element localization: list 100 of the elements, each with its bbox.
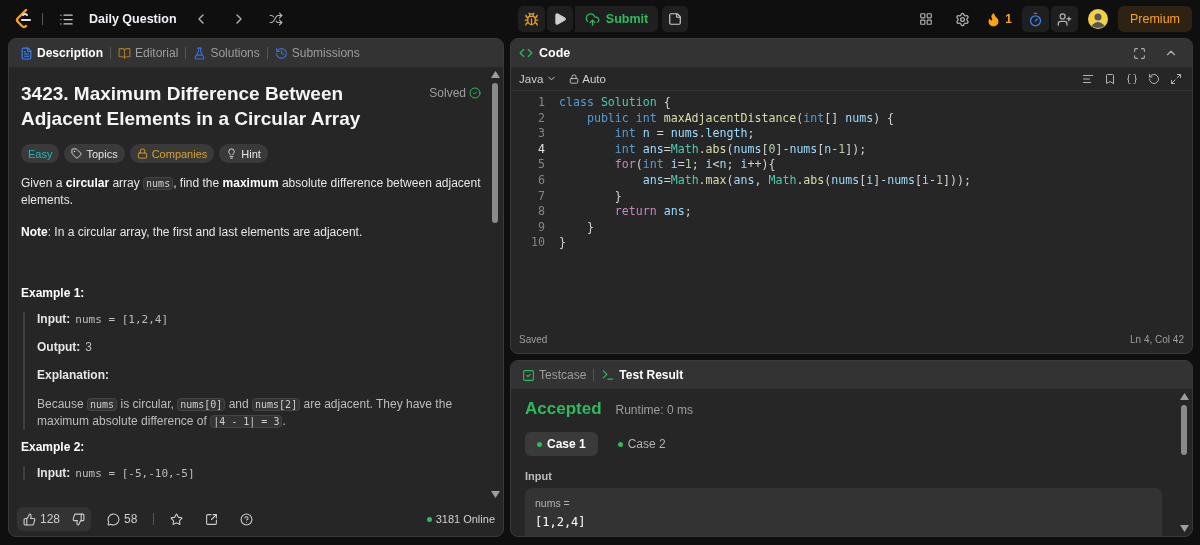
lightbulb-icon [226, 148, 238, 159]
thumbs-down-icon [72, 512, 86, 526]
book-icon [118, 46, 131, 60]
scrollbar[interactable] [490, 71, 500, 498]
bookmark-icon [1104, 72, 1116, 85]
line-number: 3 [537, 126, 546, 142]
auto-mode-button[interactable]: Auto [569, 72, 606, 85]
comment-icon [107, 512, 121, 526]
scroll-down-arrow-icon[interactable] [490, 491, 500, 498]
avatar[interactable] [1088, 9, 1108, 29]
panel-tab[interactable]: Test Result [598, 364, 687, 386]
play-icon [552, 12, 567, 26]
panel-title: Code [539, 46, 571, 60]
logo[interactable] [14, 9, 32, 29]
scrollbar[interactable] [1179, 393, 1189, 532]
online-count: 3181 Online [426, 513, 495, 525]
share-icon [205, 512, 219, 526]
check-circle-icon [469, 87, 481, 99]
undo-icon [1148, 72, 1160, 85]
note-icon [668, 12, 683, 26]
language-select[interactable]: Java [519, 72, 558, 85]
history-icon [274, 46, 288, 60]
lock-icon [136, 148, 148, 159]
run-button[interactable] [546, 6, 573, 32]
invite-button[interactable] [1051, 6, 1078, 32]
code-line: int ans=Math.abs(nums[0]-nums[n-1]); [613, 141, 867, 158]
add-user-icon [1057, 11, 1072, 27]
stopwatch-icon [1028, 11, 1043, 27]
code-line: class Solution { [559, 95, 671, 111]
panel-tab[interactable]: Submissions [271, 42, 363, 64]
line-number: 5 [537, 157, 546, 173]
cloud-upload-icon [584, 11, 600, 27]
example-label: Output: [37, 340, 81, 354]
code-line: } [559, 235, 566, 251]
code-line: public int maxAdjacentDistance(int[] nums) { [585, 110, 895, 127]
scroll-down-arrow-icon[interactable] [1179, 525, 1189, 532]
example-label: Explanation: [37, 368, 109, 382]
shuffle-icon [268, 12, 283, 26]
document-icon [20, 46, 33, 60]
cursor-position: Ln 4, Col 42 [1130, 333, 1184, 345]
tag-icon [71, 148, 83, 159]
example-value: 3 [85, 340, 92, 354]
verdict: Accepted [525, 399, 602, 419]
input-label: Input [525, 470, 553, 482]
debug-button[interactable] [517, 6, 545, 32]
terminal-icon [601, 368, 616, 382]
panel-tab[interactable]: Testcase [519, 364, 590, 386]
list-icon [58, 11, 74, 27]
panel-tab[interactable]: Editorial [115, 42, 182, 64]
flask-icon [193, 46, 207, 60]
example-heading: Example 1: [21, 286, 86, 300]
line-number: 9 [537, 219, 546, 236]
bug-icon [523, 11, 539, 27]
hint-tag[interactable]: Hint [219, 144, 268, 163]
comments-button[interactable]: 58 [101, 507, 144, 531]
code-icon [519, 46, 533, 60]
line-number: 1 [537, 95, 546, 111]
expand-icon [1170, 72, 1182, 85]
topics-tag[interactable]: Topics [64, 144, 125, 163]
settings-icon [955, 11, 971, 27]
companies-tag[interactable]: Companies [129, 144, 215, 163]
thumbs-up-icon [23, 512, 36, 526]
streak-count: 1 [1005, 12, 1012, 26]
problem-title[interactable]: 3423. Maximum Difference Between Adjacent Elements in a Circular Array [21, 81, 420, 131]
checkbox-icon [522, 368, 535, 382]
code-line: int n = nums.length; [613, 126, 755, 142]
scroll-up-arrow-icon[interactable] [490, 71, 500, 78]
fullscreen-icon [1132, 46, 1146, 60]
variable-value: [1,2,4] [535, 515, 587, 529]
explanation-text: Because nums is circular, nums[0] and nums[2] are adjacent. They have the maximum absolute difference of |4 - 1| = 3 . [37, 396, 454, 430]
difficulty-level: Easy [21, 144, 60, 163]
notes-button[interactable] [662, 6, 689, 32]
example-label: Input: [37, 466, 71, 480]
runtime: Runtime: 0 ms [615, 403, 693, 417]
scroll-up-arrow-icon[interactable] [1179, 393, 1189, 400]
code-line: ans=Math.max(ans, Math.abs(nums[i]-nums[i-1])); [641, 172, 971, 189]
timer-button[interactable] [1022, 6, 1049, 32]
panel-tab[interactable]: Solutions [190, 42, 263, 64]
braces-icon [1126, 72, 1138, 85]
code-line: return ans; [613, 204, 692, 220]
case-tab[interactable]: Case 1 [525, 432, 598, 456]
example-label: Input: [37, 312, 71, 326]
line-number: 10 [530, 235, 546, 251]
case-tab[interactable]: Case 2 [605, 432, 678, 456]
align-icon [1082, 72, 1094, 85]
line-number: 2 [537, 110, 546, 127]
code-line: } [585, 219, 594, 236]
page-title[interactable]: Daily Question [89, 12, 177, 26]
line-number: 4 [537, 141, 546, 158]
example-value: nums = [-5,-10,-5] [75, 467, 195, 480]
variable-name: nums = [535, 497, 571, 509]
submit-button[interactable]: Submit [574, 6, 659, 32]
lock-icon [569, 73, 580, 84]
grid-icon [919, 12, 934, 26]
panel-tab[interactable]: Description [17, 42, 106, 64]
problem-text: Given a circular array nums , find the maximum absolute difference between adjacent elements. [21, 175, 481, 208]
code-line: for(int i=1; i<n; i++){ [613, 157, 776, 173]
star-icon [170, 512, 184, 526]
line-number: 8 [537, 204, 546, 220]
premium-button[interactable]: Premium [1118, 6, 1192, 32]
